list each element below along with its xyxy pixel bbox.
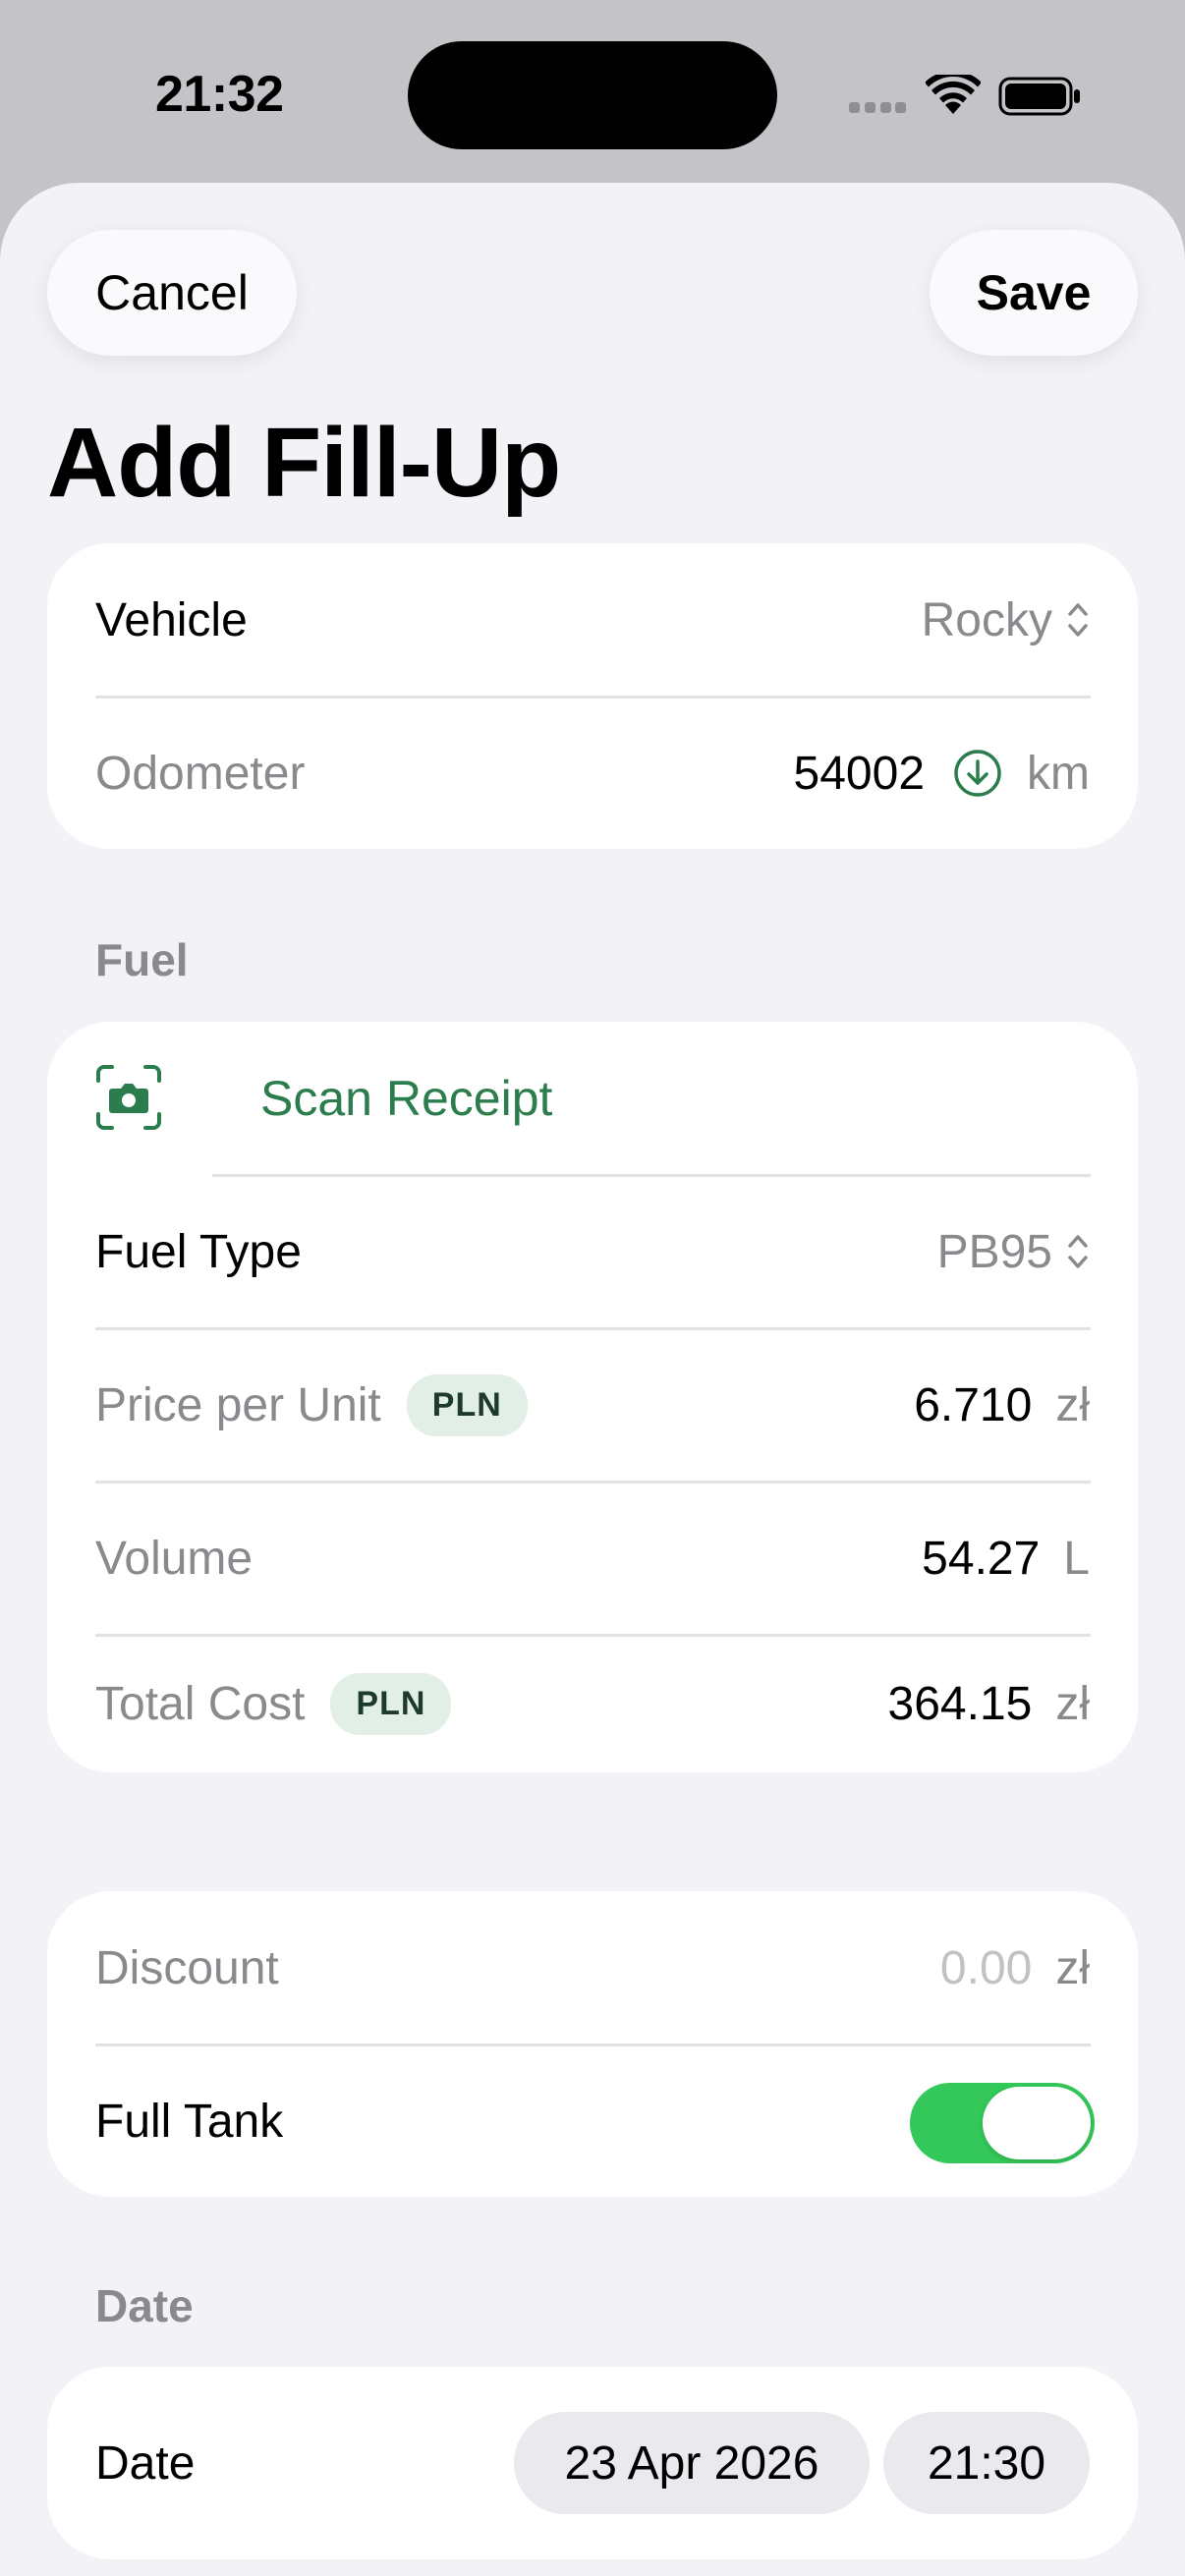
date-label: Date <box>95 2436 196 2490</box>
price-label: Price per Unit <box>95 1378 381 1431</box>
fuel-card: Scan Receipt Fuel Type PB95 Price per Un… <box>47 1022 1138 1772</box>
fuel-section-header: Fuel <box>95 934 189 985</box>
full-tank-toggle[interactable] <box>910 2083 1095 2163</box>
discount-unit: zł <box>1055 1941 1090 1994</box>
odometer-input[interactable]: 54002 <box>794 747 925 801</box>
toggle-knob <box>983 2087 1091 2159</box>
full-tank-label: Full Tank <box>95 2095 284 2148</box>
price-unit: zł <box>1055 1378 1090 1431</box>
volume-row: Volume 54.27 L <box>47 1482 1138 1635</box>
camera-scan-icon <box>96 1065 161 1130</box>
cancel-button[interactable]: Cancel <box>47 230 297 356</box>
save-button[interactable]: Save <box>930 230 1138 356</box>
currency-badge[interactable]: PLN <box>330 1672 452 1735</box>
fuel-type-row[interactable]: Fuel Type PB95 <box>47 1175 1138 1328</box>
full-tank-row: Full Tank <box>47 2044 1138 2197</box>
total-cost-unit: zł <box>1055 1677 1090 1730</box>
fuel-type-label: Fuel Type <box>95 1225 302 1278</box>
date-row: Date 23 Apr 2026 21:30 <box>47 2367 1138 2559</box>
status-bar: 21:32 <box>0 0 1185 187</box>
discount-row: Discount 0.00 zł <box>47 1891 1138 2044</box>
volume-input[interactable]: 54.27 <box>922 1532 1040 1586</box>
battery-icon <box>998 77 1080 116</box>
fuel-type-value[interactable]: PB95 <box>937 1225 1052 1279</box>
page-title: Add Fill-Up <box>47 408 561 518</box>
cellular-signal-icon <box>849 102 906 114</box>
scan-receipt-button[interactable]: Scan Receipt <box>260 1022 552 1175</box>
vehicle-card: Vehicle Rocky Odometer 54002 km <box>47 543 1138 849</box>
total-cost-label: Total Cost <box>95 1677 306 1730</box>
discount-label: Discount <box>95 1941 279 1994</box>
odometer-label: Odometer <box>95 747 306 800</box>
volume-label: Volume <box>95 1532 254 1585</box>
wifi-icon <box>926 75 981 114</box>
chevron-up-down-icon <box>1068 603 1088 637</box>
odometer-row: Odometer 54002 km <box>47 697 1138 849</box>
download-circle-icon[interactable] <box>952 748 1003 799</box>
date-picker-button[interactable]: 23 Apr 2026 <box>514 2412 870 2514</box>
vehicle-label: Vehicle <box>95 593 248 646</box>
dynamic-island <box>408 41 777 149</box>
vehicle-row[interactable]: Vehicle Rocky <box>47 543 1138 697</box>
vehicle-value[interactable]: Rocky <box>922 593 1052 647</box>
total-cost-row: Total Cost PLN 364.15 zł <box>47 1635 1138 1772</box>
date-card: Date 23 Apr 2026 21:30 <box>47 2367 1138 2559</box>
price-input[interactable]: 6.710 <box>914 1378 1032 1432</box>
time-picker-button[interactable]: 21:30 <box>883 2412 1090 2514</box>
add-fill-up-sheet: Cancel Save Add Fill-Up Vehicle Rocky Od… <box>0 183 1185 2576</box>
odometer-unit: km <box>1027 747 1090 800</box>
date-section-header: Date <box>95 2280 194 2331</box>
volume-unit: L <box>1063 1532 1090 1585</box>
scan-receipt-row[interactable]: Scan Receipt <box>47 1022 1138 1175</box>
total-cost-input[interactable]: 364.15 <box>888 1677 1033 1731</box>
currency-badge[interactable]: PLN <box>406 1373 528 1436</box>
price-row: Price per Unit PLN 6.710 zł <box>47 1328 1138 1482</box>
chevron-up-down-icon <box>1068 1235 1088 1268</box>
status-time: 21:32 <box>155 66 284 123</box>
discount-input[interactable]: 0.00 <box>940 1941 1032 1995</box>
extras-card: Discount 0.00 zł Full Tank <box>47 1891 1138 2197</box>
